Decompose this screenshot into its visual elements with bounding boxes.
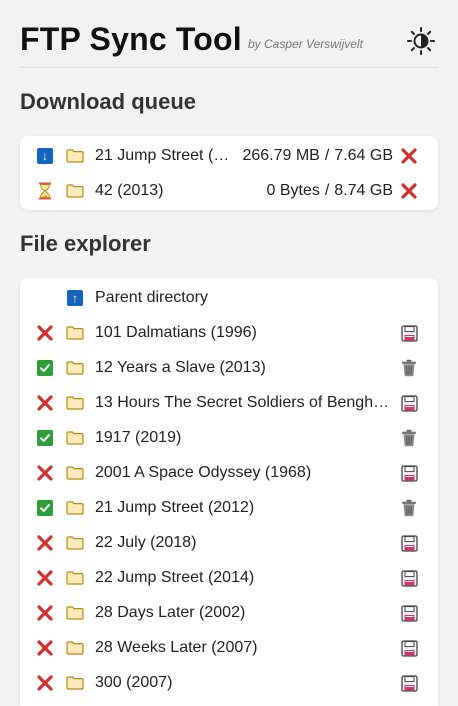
hourglass-icon — [36, 182, 54, 200]
cancel-download-button[interactable] — [400, 182, 418, 200]
floppy-disk-icon — [400, 569, 418, 587]
app-title: FTP Sync Tool — [20, 21, 242, 57]
download-button[interactable] — [400, 534, 418, 552]
size-separator: / — [324, 182, 330, 199]
close-icon — [401, 148, 417, 164]
delete-button[interactable] — [400, 359, 418, 377]
file-explorer-title: File explorer — [20, 231, 151, 256]
file-name: 300 (2007) — [95, 674, 173, 691]
folder-icon — [66, 569, 84, 587]
file-name: 28 Days Later (2002) — [95, 604, 246, 621]
download-button[interactable] — [400, 464, 418, 482]
size-separator: / — [324, 147, 330, 164]
not-synced-cross-icon — [36, 674, 54, 692]
not-synced-cross-icon — [36, 639, 54, 657]
floppy-disk-icon — [400, 604, 418, 622]
not-synced-cross-icon — [36, 394, 54, 412]
not-synced-cross-icon — [36, 569, 54, 587]
synced-check-icon — [36, 429, 54, 447]
file-name: 101 Dalmatians (1996) — [95, 324, 257, 341]
file-name: 21 Jump Street (2012) — [95, 499, 255, 516]
not-synced-cross-icon — [36, 604, 54, 622]
folder-icon — [66, 429, 84, 447]
floppy-disk-icon — [400, 464, 418, 482]
up-arrow-icon: ↑ — [66, 289, 84, 307]
file-row[interactable]: 101 Dalmatians (1996) — [20, 315, 438, 350]
delete-button[interactable] — [400, 499, 418, 517]
total-size: 8.74 GB — [334, 182, 393, 199]
download-queue-card: ↓ 21 Jump Street (… 266.79 MB/7.64 GB 42 (2… — [20, 136, 438, 210]
download-button[interactable] — [400, 394, 418, 412]
parent-directory-row[interactable]: ↑ Parent directory — [20, 280, 438, 315]
floppy-disk-icon — [400, 324, 418, 342]
synced-check-icon — [36, 359, 54, 377]
download-icon: ↓ — [36, 147, 54, 165]
file-name: 12 Years a Slave (2013) — [95, 359, 266, 376]
download-button[interactable] — [400, 674, 418, 692]
folder-icon — [66, 639, 84, 657]
queue-item: ↓ 21 Jump Street (… 266.79 MB/7.64 GB — [20, 138, 438, 173]
file-name: 22 Jump Street (2014) — [95, 569, 255, 586]
file-row[interactable]: 13 Hours The Secret Soldiers of Benghazi… — [20, 385, 438, 420]
file-row[interactable]: 300 (2007) — [20, 665, 438, 700]
folder-icon — [66, 674, 84, 692]
downloaded-size: 0 Bytes — [266, 182, 320, 199]
floppy-disk-icon — [400, 534, 418, 552]
folder-icon — [66, 604, 84, 622]
file-row[interactable]: 28 Days Later (2002) — [20, 595, 438, 630]
folder-icon — [66, 534, 84, 552]
folder-icon — [66, 394, 84, 412]
app-author: by Casper Verswijvelt — [248, 37, 363, 51]
folder-icon — [66, 464, 84, 482]
download-queue-title: Download queue — [20, 89, 196, 114]
folder-icon — [66, 359, 84, 377]
trash-icon — [402, 429, 416, 447]
file-row[interactable]: 28 Weeks Later (2007) — [20, 630, 438, 665]
trash-icon — [402, 499, 416, 517]
floppy-disk-icon — [400, 394, 418, 412]
queue-item-progress: 266.79 MB/7.64 GB — [223, 146, 393, 166]
folder-icon — [66, 499, 84, 517]
not-synced-cross-icon — [36, 534, 54, 552]
downloaded-size: 266.79 MB — [242, 147, 320, 164]
folder-icon — [66, 147, 84, 165]
download-button[interactable] — [400, 324, 418, 342]
file-row[interactable]: 1917 (2019) — [20, 420, 438, 455]
trash-icon — [402, 359, 416, 377]
file-row[interactable]: 21 Jump Street (2012) — [20, 490, 438, 525]
floppy-disk-icon — [400, 639, 418, 657]
app-header: FTP Sync Tool by Casper Verswijvelt — [20, 20, 438, 68]
download-button[interactable] — [400, 569, 418, 587]
synced-check-icon — [36, 499, 54, 517]
folder-icon — [66, 324, 84, 342]
file-row[interactable]: 22 July (2018) — [20, 525, 438, 560]
file-row[interactable]: 12 Years a Slave (2013) — [20, 350, 438, 385]
file-explorer-card: ↑ Parent directory 101 Dalmatians (1996)… — [20, 278, 438, 706]
total-size: 7.64 GB — [334, 147, 393, 164]
download-button[interactable] — [400, 604, 418, 622]
file-name: 1917 (2019) — [95, 429, 182, 446]
cancel-download-button[interactable] — [400, 147, 418, 165]
sun-moon-icon — [407, 27, 435, 55]
queue-item: 42 (2013) 0 Bytes/8.74 GB — [20, 173, 438, 208]
file-name: 28 Weeks Later (2007) — [95, 639, 258, 656]
file-name: 22 July (2018) — [95, 534, 197, 551]
file-name: 2001 A Space Odyssey (1968) — [95, 464, 312, 481]
theme-toggle-button[interactable] — [404, 24, 436, 56]
queue-item-progress: 0 Bytes/8.74 GB — [223, 181, 393, 201]
not-synced-cross-icon — [36, 324, 54, 342]
floppy-disk-icon — [400, 674, 418, 692]
download-button[interactable] — [400, 639, 418, 657]
delete-button[interactable] — [400, 429, 418, 447]
file-name: 13 Hours The Secret Soldiers of Benghazi… — [95, 394, 391, 411]
folder-icon — [66, 182, 84, 200]
not-synced-cross-icon — [36, 464, 54, 482]
parent-directory-label: Parent directory — [95, 289, 208, 306]
close-icon — [401, 183, 417, 199]
file-row[interactable]: 22 Jump Street (2014) — [20, 560, 438, 595]
file-row[interactable]: 2001 A Space Odyssey (1968) — [20, 455, 438, 490]
